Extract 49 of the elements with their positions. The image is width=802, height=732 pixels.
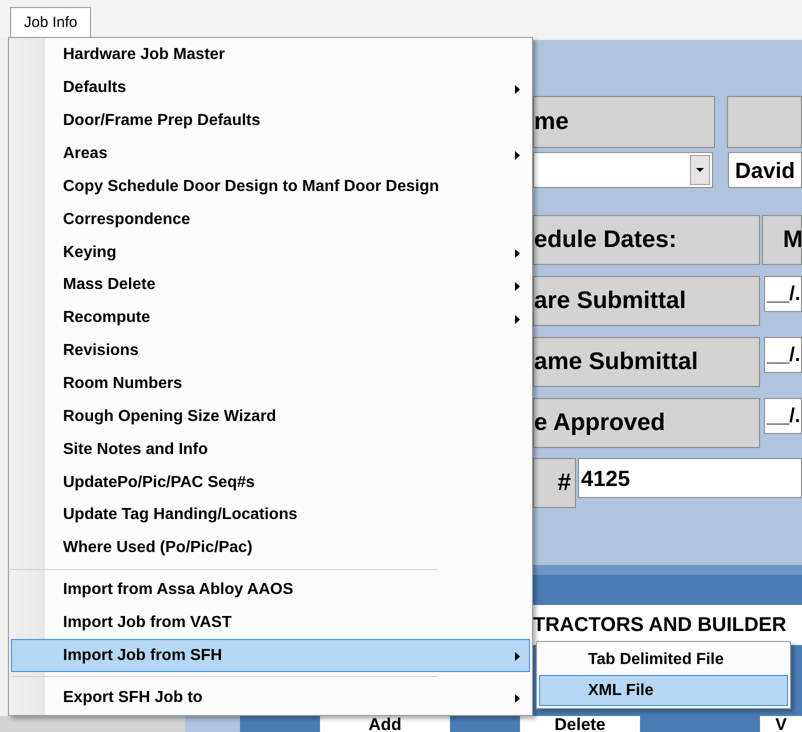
form-button[interactable]: Add xyxy=(320,716,450,732)
field-label: me xyxy=(533,96,715,148)
menu-item[interactable]: Site Notes and Info xyxy=(11,433,530,466)
section-header: edule Dates: xyxy=(533,215,760,265)
menu-item[interactable]: Where Used (Po/Pic/Pac) xyxy=(11,532,530,565)
field-label: are Submittal xyxy=(533,276,760,326)
menu-item[interactable]: Hardware Job Master xyxy=(11,39,530,72)
form-button[interactable]: V xyxy=(760,716,802,732)
menu-item[interactable]: UpdatePo/Pic/PAC Seq#s xyxy=(11,466,530,500)
field-label: ame Submittal xyxy=(533,337,760,387)
menu-item[interactable]: Door/Frame Prep Defaults xyxy=(11,104,530,138)
field-label: e Approved xyxy=(533,398,760,448)
submenu-arrow-icon xyxy=(515,282,520,292)
submenu-arrow-icon xyxy=(515,150,520,160)
dropdown-button[interactable] xyxy=(690,155,710,185)
menu-item[interactable]: Rough Opening Size Wizard xyxy=(11,400,530,434)
date-field[interactable]: __/. xyxy=(764,276,802,312)
menu-item[interactable]: Export SFH Job to xyxy=(11,681,530,714)
form-button[interactable]: Delete xyxy=(520,716,640,732)
menu-item[interactable]: Import Job from SFH xyxy=(11,639,530,672)
menu-item[interactable]: Revisions xyxy=(11,334,530,368)
section-title: TRACTORS AND BUILDER xyxy=(533,605,802,645)
submenu-arrow-icon xyxy=(515,249,520,258)
menu-bar-item[interactable]: Job Info xyxy=(10,7,92,38)
menu-item[interactable]: Recompute xyxy=(11,302,530,335)
text-field[interactable]: 4125 xyxy=(578,458,802,498)
text-field[interactable]: David xyxy=(728,152,802,188)
menu-item[interactable]: Import from Assa Abloy AAOS xyxy=(11,574,530,607)
field-label: # xyxy=(533,458,576,508)
submenu-item[interactable]: Tab Delimited File xyxy=(539,644,788,675)
menu-item[interactable]: Areas xyxy=(11,138,530,170)
date-field[interactable]: __/. xyxy=(764,398,802,434)
caret-icon xyxy=(696,168,704,172)
menu-item[interactable]: Correspondence xyxy=(11,203,530,236)
menu-item[interactable]: Mass Delete xyxy=(11,269,530,302)
menu-item[interactable]: Room Numbers xyxy=(11,368,530,400)
submenu-arrow-icon xyxy=(515,314,520,324)
menu-item[interactable]: Import Job from VAST xyxy=(11,606,530,640)
date-field[interactable]: __/. xyxy=(764,337,802,373)
submenu-item[interactable]: XML File xyxy=(539,675,788,706)
submenu-arrow-icon xyxy=(515,652,520,662)
submenu-arrow-icon xyxy=(515,84,520,94)
menu-item[interactable]: Copy Schedule Door Design to Manf Door Design xyxy=(11,170,530,204)
submenu-arrow-icon xyxy=(515,694,520,704)
menu-item[interactable]: Keying xyxy=(11,236,530,270)
dropdown-field[interactable] xyxy=(533,152,713,188)
menu-item[interactable]: Defaults xyxy=(11,72,530,105)
bar-segment xyxy=(450,716,520,732)
menu-item[interactable]: Update Tag Handing/Locations xyxy=(11,499,530,532)
